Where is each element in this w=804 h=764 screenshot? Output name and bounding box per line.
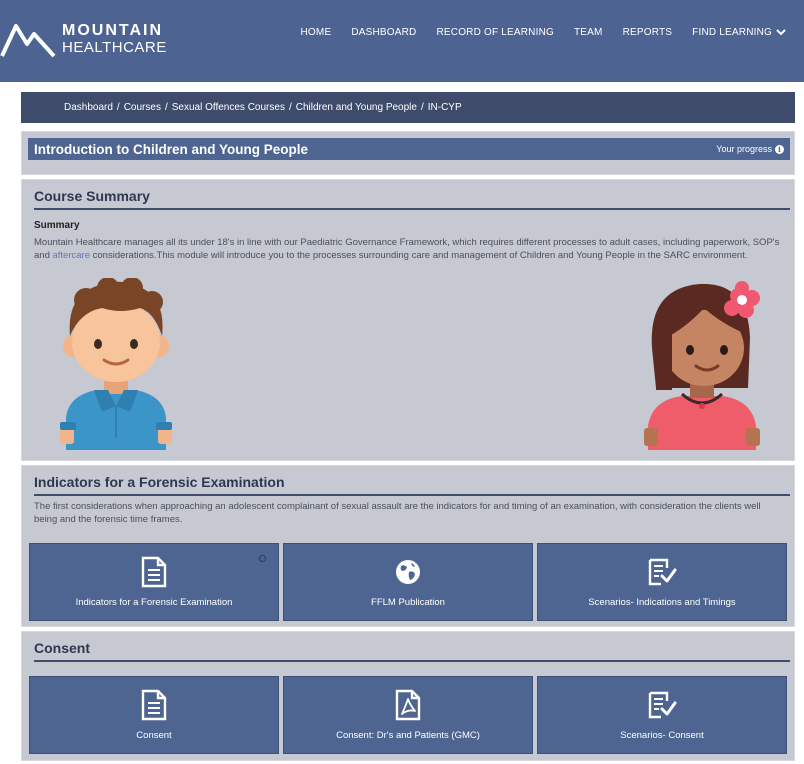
breadcrumb: Dashboard / Courses / Sexual Offences Cour… xyxy=(21,92,795,123)
aftercare-link[interactable]: aftercare xyxy=(53,250,91,261)
nav-team[interactable]: TEAM xyxy=(574,27,603,38)
course-summary-header: Course Summary xyxy=(34,188,790,210)
consent-heading: Consent xyxy=(34,640,90,656)
site-header: MOUNTAIN HEALTHCARE HOME DASHBOARD RECOR… xyxy=(0,0,804,82)
progress-label: Your progress xyxy=(716,144,772,154)
tile-label: Consent xyxy=(136,730,172,741)
breadcrumb-courses[interactable]: Courses xyxy=(124,102,161,113)
tile-consent-drs-patients[interactable]: Consent: Dr's and Patients (GMC) xyxy=(283,676,533,754)
tile-label: Scenarios- Consent xyxy=(620,730,704,741)
indicators-header: Indicators for a Forensic Examination xyxy=(34,474,790,496)
summary-subheading: Summary xyxy=(34,220,80,231)
brand-name-line2: HEALTHCARE xyxy=(62,39,167,56)
breadcrumb-children-young-people[interactable]: Children and Young People xyxy=(296,102,417,113)
nav-reports[interactable]: REPORTS xyxy=(623,27,673,38)
tile-label: Scenarios- Indications and Timings xyxy=(588,597,736,608)
tile-consent[interactable]: Consent xyxy=(29,676,279,754)
tile-fflm-publication[interactable]: FFLM Publication xyxy=(283,543,533,621)
brand-logo[interactable]: MOUNTAIN HEALTHCARE xyxy=(0,18,170,62)
mountain-logo-icon xyxy=(0,24,56,58)
indicators-panel: Indicators for a Forensic Examination Th… xyxy=(21,465,795,627)
tile-indicators-forensic-exam[interactable]: Indicators for a Forensic Examination xyxy=(29,543,279,621)
tile-scenarios-consent[interactable]: Scenarios- Consent xyxy=(537,676,787,754)
course-summary-heading: Course Summary xyxy=(34,188,150,204)
course-title-bar: Introduction to Children and Young Peopl… xyxy=(28,138,790,160)
globe-icon xyxy=(396,560,420,584)
course-summary-panel: Course Summary Summary Mountain Healthca… xyxy=(21,179,795,461)
summary-text: Mountain Healthcare manages all its unde… xyxy=(34,237,780,261)
nav-find-learning-label: FIND LEARNING xyxy=(692,27,772,38)
tile-label: FFLM Publication xyxy=(371,597,445,608)
nav-home[interactable]: HOME xyxy=(301,27,332,38)
breadcrumb-dashboard[interactable]: Dashboard xyxy=(64,102,113,113)
chevron-down-icon xyxy=(776,29,786,36)
boy-illustration xyxy=(60,278,172,450)
page-title: Introduction to Children and Young Peopl… xyxy=(34,141,308,157)
document-icon xyxy=(141,556,167,588)
info-icon[interactable]: i xyxy=(775,144,784,154)
progress-indicator[interactable]: Your progress i xyxy=(716,144,784,154)
consent-panel: Consent Consent Consent: Dr's and Patien… xyxy=(21,631,795,761)
tile-label: Indicators for a Forensic Examination xyxy=(75,597,233,608)
pdf-icon xyxy=(395,689,421,721)
main-nav: HOME DASHBOARD RECORD OF LEARNING TEAM R… xyxy=(301,27,786,38)
document-icon xyxy=(141,689,167,721)
brand-name-line1: MOUNTAIN xyxy=(62,22,164,39)
indicators-text: The first considerations when approachin… xyxy=(34,501,761,525)
completion-status-icon[interactable] xyxy=(259,555,266,562)
nav-record-of-learning[interactable]: RECORD OF LEARNING xyxy=(436,27,554,38)
tile-scenarios-indications[interactable]: Scenarios- Indications and Timings xyxy=(537,543,787,621)
checklist-icon xyxy=(648,558,677,586)
checklist-icon xyxy=(648,691,677,719)
consent-header: Consent xyxy=(34,640,790,662)
indicators-heading: Indicators for a Forensic Examination xyxy=(34,474,285,490)
course-title-panel: Introduction to Children and Young Peopl… xyxy=(21,131,795,175)
tile-label: Consent: Dr's and Patients (GMC) xyxy=(336,730,480,741)
breadcrumb-sexual-offences-courses[interactable]: Sexual Offences Courses xyxy=(172,102,285,113)
nav-find-learning[interactable]: FIND LEARNING xyxy=(692,27,786,38)
girl-illustration xyxy=(644,281,760,450)
breadcrumb-current[interactable]: IN-CYP xyxy=(428,102,462,113)
nav-dashboard[interactable]: DASHBOARD xyxy=(351,27,416,38)
